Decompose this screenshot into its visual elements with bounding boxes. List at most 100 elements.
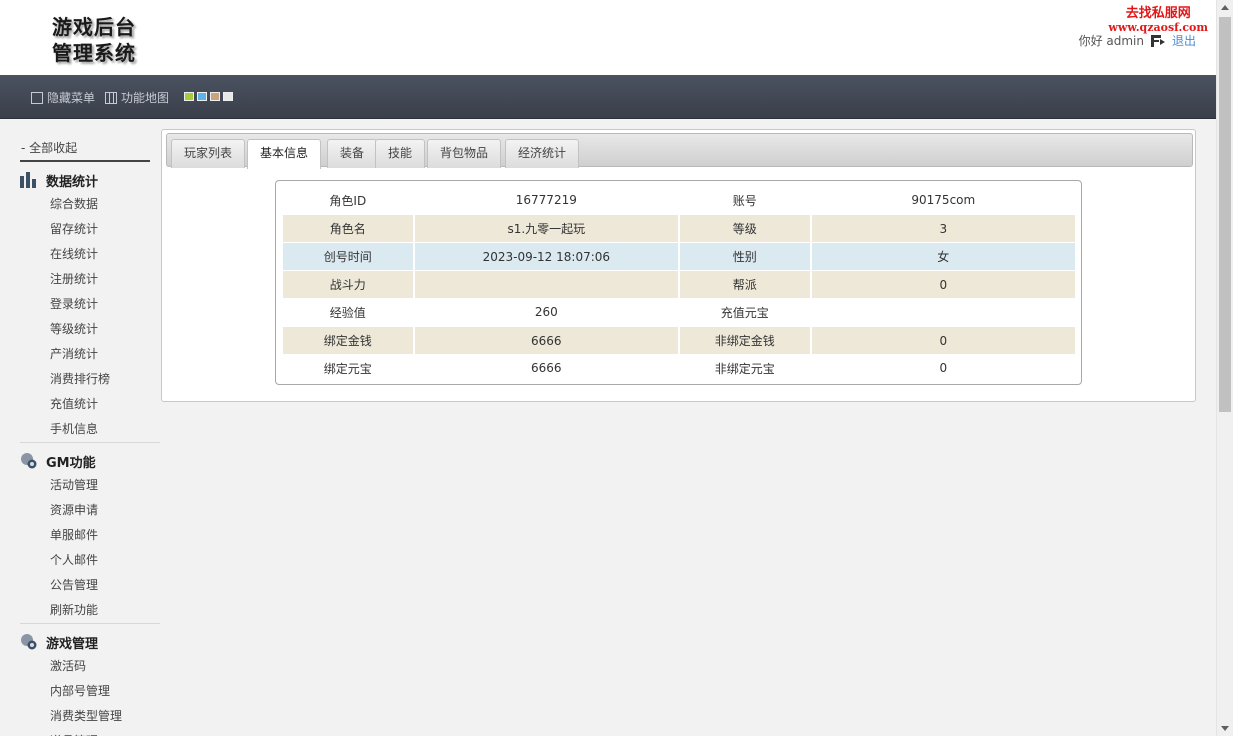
field-label: 账号 — [679, 186, 810, 214]
field-label: 角色ID — [283, 186, 413, 214]
sidebar-section-title[interactable]: 数据统计 — [20, 170, 160, 190]
sidebar-item[interactable]: 产消统计 — [20, 342, 160, 367]
theme-swatch[interactable] — [197, 92, 207, 101]
field-value: 6666 — [414, 326, 678, 354]
field-label: 帮派 — [679, 270, 810, 298]
tab-6[interactable]: 经济统计 — [505, 139, 580, 168]
field-label: 充值元宝 — [679, 298, 810, 326]
sidebar-item[interactable]: 激活码 — [20, 654, 160, 679]
field-value: 女 — [811, 242, 1075, 270]
field-value: 260 — [414, 298, 678, 326]
tab-3[interactable]: 装备 — [327, 139, 378, 168]
sidebar-item[interactable]: 公告管理 — [20, 573, 160, 598]
field-label: 绑定金钱 — [283, 326, 413, 354]
scroll-down-icon[interactable] — [1221, 726, 1229, 731]
greeting: 你好 admin — [1078, 34, 1144, 48]
field-label: 角色名 — [283, 214, 413, 242]
sidebar-item[interactable]: 个人邮件 — [20, 548, 160, 573]
field-label: 非绑定元宝 — [679, 354, 810, 382]
player-info-box: 角色ID 16777219 账号 90175com 角色名 s1.九零一起玩 等级 3 创号时间… — [275, 180, 1082, 385]
watermark-title: 去找私服网 — [1125, 6, 1191, 21]
tab-4[interactable]: 技能 — [375, 139, 426, 168]
field-value: 16777219 — [414, 186, 678, 214]
sidebar-item[interactable]: 登录统计 — [20, 292, 160, 317]
sidebar-item[interactable]: 刷新功能 — [20, 598, 160, 623]
sidebar-item[interactable]: 留存统计 — [20, 217, 160, 242]
sidebar-item[interactable]: 手机信息 — [20, 417, 160, 442]
table-row: 战斗力 帮派 0 — [283, 270, 1075, 298]
table-row: 绑定金钱 6666 非绑定金钱 0 — [283, 326, 1075, 354]
sidebar-section-label: 数据统计 — [46, 174, 99, 190]
field-label: 绑定元宝 — [283, 354, 413, 382]
sidebar-item[interactable]: 道具管理 — [20, 729, 160, 736]
watermark: 去找私服网 www.qzaosf.com — [1108, 7, 1208, 35]
sidebar-item[interactable]: 综合数据 — [20, 192, 160, 217]
collapse-all-link[interactable]: - 全部收起 — [21, 139, 77, 156]
table-row: 绑定元宝 6666 非绑定元宝 0 — [283, 354, 1075, 382]
theme-swatch[interactable] — [184, 92, 194, 101]
field-value: 0 — [811, 270, 1075, 298]
field-label: 创号时间 — [283, 242, 413, 270]
sidebar-item[interactable]: 充值统计 — [20, 392, 160, 417]
sidebar-section-label: GM功能 — [46, 455, 96, 471]
sidebar-item[interactable]: 活动管理 — [20, 473, 160, 498]
logout-link[interactable]: 退出 — [1172, 32, 1196, 49]
sidebar-item-list: 活动管理 资源申请 单服邮件 个人邮件 公告管理 刷新功能 — [20, 473, 160, 623]
theme-swatch[interactable] — [223, 92, 233, 101]
gear-bubble-icon — [20, 634, 38, 650]
theme-swatch[interactable] — [210, 92, 220, 101]
hide-menu-label: 隐藏菜单 — [47, 91, 96, 105]
scroll-up-icon[interactable] — [1221, 5, 1229, 10]
logout-icon[interactable] — [1150, 33, 1166, 49]
field-value: 0 — [811, 354, 1075, 382]
sidebar: - 全部收起 数据统计 综合数据 留存统计 在线统计 注册统计 登录统计 等级统计 产消统计消… — [0, 119, 162, 736]
sidebar-section-title[interactable]: 游戏管理 — [20, 632, 160, 652]
sidebar-item-list: 综合数据 留存统计 在线统计 注册统计 登录统计 等级统计 产消统计 消费排行榜 充值统计 手机信… — [20, 192, 160, 442]
field-label: 非绑定金钱 — [679, 326, 810, 354]
field-label: 战斗力 — [283, 270, 413, 298]
sidebar-item[interactable]: 在线统计 — [20, 242, 160, 267]
field-value: 2023-09-12 18:07:06 — [414, 242, 678, 270]
header: 游戏后台 管理系统 去找私服网 www.qzaosf.com 你好 admin … — [0, 0, 1216, 75]
player-info-table: 角色ID 16777219 账号 90175com 角色名 s1.九零一起玩 等级 3 创号时间… — [281, 186, 1077, 382]
sidebar-item-list: 激活码内部号管理消费类型管理道具管理 — [20, 654, 160, 736]
field-value — [811, 298, 1075, 326]
logo-line-2: 管理系统 — [52, 41, 136, 65]
table-row: 经验值 260 充值元宝 — [283, 298, 1075, 326]
panel-icon — [31, 91, 43, 104]
tab-1[interactable]: 玩家列表 — [171, 139, 246, 168]
sidebar-section-label: 游戏管理 — [46, 636, 99, 652]
sidebar-item[interactable]: 消费排行榜 — [20, 367, 160, 392]
field-label: 性别 — [679, 242, 810, 270]
field-value: 3 — [811, 214, 1075, 242]
divider — [20, 623, 160, 624]
tab-2[interactable]: 基本信息 — [247, 139, 322, 169]
grid-icon — [105, 91, 117, 104]
field-value: s1.九零一起玩 — [414, 214, 678, 242]
logo: 游戏后台 管理系统 — [52, 14, 162, 66]
tab-bar: 玩家列表 基本信息 装备 技能 背包物品 经济统计 — [166, 133, 1193, 169]
function-map-label: 功能地图 — [121, 91, 170, 105]
scrollbar[interactable] — [1216, 0, 1233, 736]
scroll-thumb[interactable] — [1219, 17, 1231, 412]
sidebar-section: 游戏管理激活码内部号管理消费类型管理道具管理 — [20, 632, 160, 736]
sidebar-section: GM功能活动管理 资源申请 单服邮件 个人邮件 公告管理 刷新功能 — [20, 451, 160, 624]
sidebar-item[interactable]: 内部号管理 — [20, 679, 160, 704]
sidebar-item[interactable]: 等级统计 — [20, 317, 160, 342]
tab-5[interactable]: 背包物品 — [427, 139, 502, 168]
navbar: 隐藏菜单 功能地图 — [0, 75, 1216, 119]
sidebar-section-title[interactable]: GM功能 — [20, 451, 160, 471]
field-value: 6666 — [414, 354, 678, 382]
hide-menu-button[interactable]: 隐藏菜单 — [31, 89, 95, 106]
field-value: 90175com — [811, 186, 1075, 214]
table-row: 创号时间 2023-09-12 18:07:06 性别女 — [283, 242, 1075, 270]
gear-bubble-icon — [20, 453, 38, 469]
sidebar-item[interactable]: 注册统计 — [20, 267, 160, 292]
sidebar-item[interactable]: 单服邮件 — [20, 523, 160, 548]
logo-line-1: 游戏后台 — [52, 15, 136, 39]
user-box: 你好 admin 退出 — [1079, 32, 1196, 49]
function-map-button[interactable]: 功能地图 — [105, 89, 169, 106]
field-value: 0 — [811, 326, 1075, 354]
sidebar-item[interactable]: 消费类型管理 — [20, 704, 160, 729]
sidebar-item[interactable]: 资源申请 — [20, 498, 160, 523]
